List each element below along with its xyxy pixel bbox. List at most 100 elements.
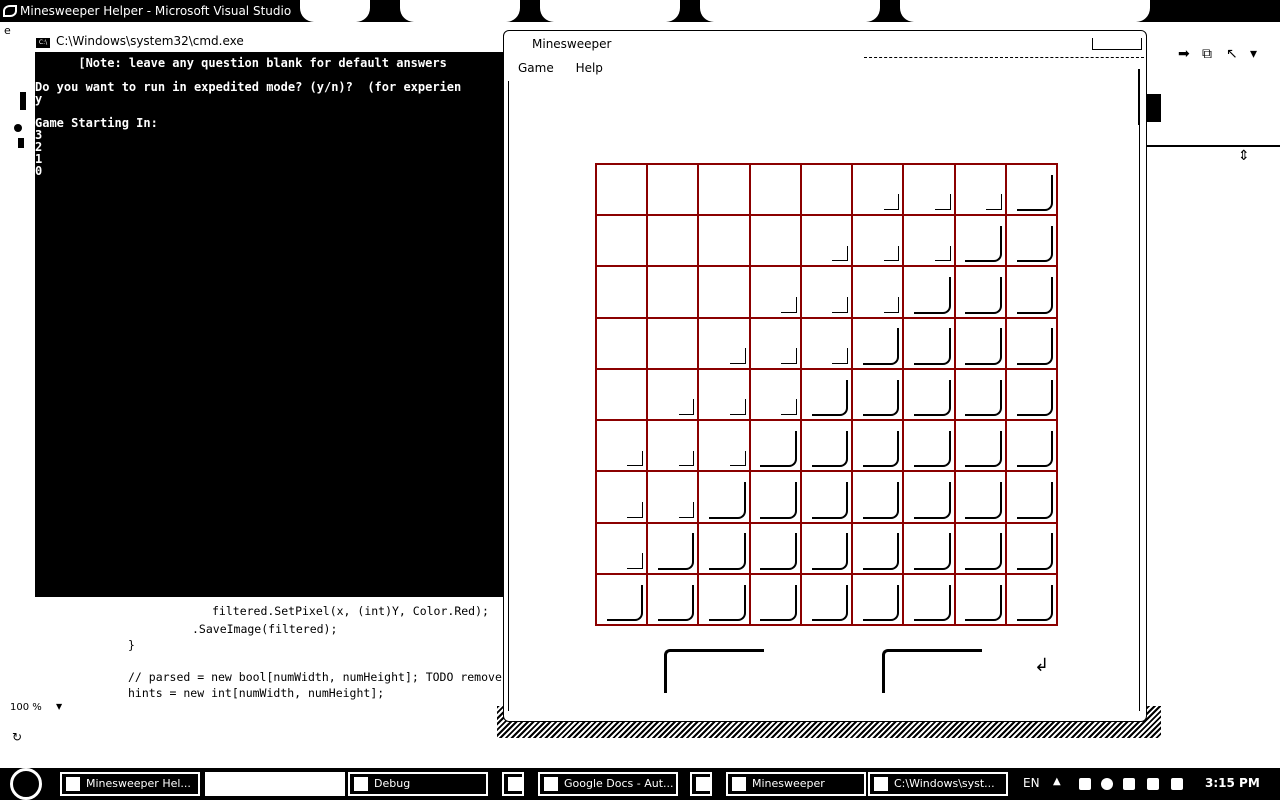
resize-grip-icon[interactable]: ↲ [1034,655,1049,676]
menu-help[interactable]: Help [576,61,603,75]
mine-cell[interactable] [597,472,647,522]
mine-cell[interactable] [597,216,647,266]
mine-cell[interactable] [955,369,1005,420]
tray-app-icon[interactable] [1079,778,1091,790]
mine-cell[interactable] [597,574,647,624]
mine-cell[interactable] [750,165,800,215]
mine-cell[interactable] [597,267,647,317]
arrow-right-icon[interactable]: ➡ [1178,46,1190,62]
mine-cell[interactable] [648,472,698,522]
taskbar-item[interactable]: C:\Windows\syst... [868,772,1008,796]
dropdown-icon[interactable]: ▾ [1250,46,1257,62]
mine-cell[interactable] [699,267,749,317]
language-indicator[interactable]: EN [1023,776,1040,790]
mine-cell[interactable] [1006,523,1056,573]
mine-cell[interactable] [750,574,800,624]
taskbar-item[interactable] [205,772,345,796]
mine-cell[interactable] [750,472,800,522]
mine-cell[interactable] [1006,216,1056,266]
mine-cell[interactable] [955,574,1005,624]
mine-cell[interactable] [699,574,749,624]
clock[interactable]: 3:15 PM [1205,776,1260,790]
mine-cell[interactable] [699,472,749,522]
mine-cell[interactable] [801,574,852,624]
mine-cell[interactable] [801,369,852,420]
mine-cell[interactable] [699,523,749,573]
mine-cell[interactable] [597,369,647,420]
vs-menu-fragment[interactable]: e [4,24,11,37]
mine-cell[interactable] [750,523,800,573]
mine-cell[interactable] [1006,267,1056,317]
window-icon[interactable]: ⧉ [1202,46,1212,62]
mine-cell[interactable] [648,523,698,573]
mine-cell[interactable] [1006,318,1056,368]
mine-cell[interactable] [904,216,954,266]
mine-cell[interactable] [801,165,852,215]
mine-cell[interactable] [750,318,800,368]
mine-cell[interactable] [955,267,1005,317]
mine-cell[interactable] [801,318,852,368]
mine-cell[interactable] [699,216,749,266]
volume-icon[interactable] [1147,778,1159,790]
mine-cell[interactable] [648,421,698,471]
chat-icon[interactable] [1101,778,1113,790]
mine-cell[interactable] [699,165,749,215]
mine-cell[interactable] [801,421,852,471]
zoom-dropdown-icon[interactable]: ▼ [56,702,62,711]
mine-cell[interactable] [1006,421,1056,471]
mine-cell[interactable] [904,523,954,573]
mine-cell[interactable] [597,523,647,573]
mine-cell[interactable] [853,267,903,317]
taskbar-item[interactable]: Debug [348,772,488,796]
taskbar-item[interactable] [502,772,524,796]
arrow-icon[interactable]: ↖ [1226,46,1238,62]
mine-cell[interactable] [853,421,903,471]
mine-cell[interactable] [853,318,903,368]
mine-cell[interactable] [904,318,954,368]
mine-cell[interactable] [1006,369,1056,420]
mine-cell[interactable] [853,523,903,573]
mine-cell[interactable] [750,421,800,471]
mine-cell[interactable] [750,267,800,317]
menu-game[interactable]: Game [518,61,554,75]
taskbar-item[interactable]: Google Docs - Aut... [538,772,678,796]
mine-cell[interactable] [750,216,800,266]
taskbar-item[interactable]: Minesweeper [726,772,866,796]
mine-cell[interactable] [801,216,852,266]
mine-cell[interactable] [597,421,647,471]
splitter-icon[interactable]: ⇕ [1238,148,1250,164]
mine-cell[interactable] [904,369,954,420]
mine-cell[interactable] [853,165,903,215]
mine-cell[interactable] [955,318,1005,368]
mine-cell[interactable] [699,421,749,471]
mine-cell[interactable] [648,574,698,624]
network-icon[interactable] [1171,778,1183,790]
mine-cell[interactable] [904,165,954,215]
mine-cell[interactable] [904,574,954,624]
zoom-level[interactable]: 100 % [10,702,42,713]
mine-cell[interactable] [699,369,749,420]
cmd-title-bar[interactable]: C:\ C:\Windows\system32\cmd.exe [30,30,510,52]
mine-cell[interactable] [648,216,698,266]
mine-cell[interactable] [750,369,800,420]
mine-cell[interactable] [955,165,1005,215]
mine-cell[interactable] [648,267,698,317]
mine-cell[interactable] [853,216,903,266]
mine-cell[interactable] [1006,472,1056,522]
mine-cell[interactable] [853,472,903,522]
mine-cell[interactable] [955,472,1005,522]
mine-cell[interactable] [648,318,698,368]
mine-cell[interactable] [955,421,1005,471]
close-button[interactable] [1092,38,1142,50]
refresh-icon[interactable]: ↻ [12,730,22,744]
show-hidden-icons-icon[interactable]: ▲ [1053,776,1061,787]
taskbar-item[interactable] [690,772,712,796]
mine-cell[interactable] [853,369,903,420]
start-button[interactable] [4,768,48,800]
mine-cell[interactable] [648,369,698,420]
mine-cell[interactable] [853,574,903,624]
mine-cell[interactable] [597,165,647,215]
mine-cell[interactable] [904,267,954,317]
mine-cell[interactable] [904,421,954,471]
minesweeper-window[interactable]: Minesweeper Game Help ↲ [503,30,1147,722]
